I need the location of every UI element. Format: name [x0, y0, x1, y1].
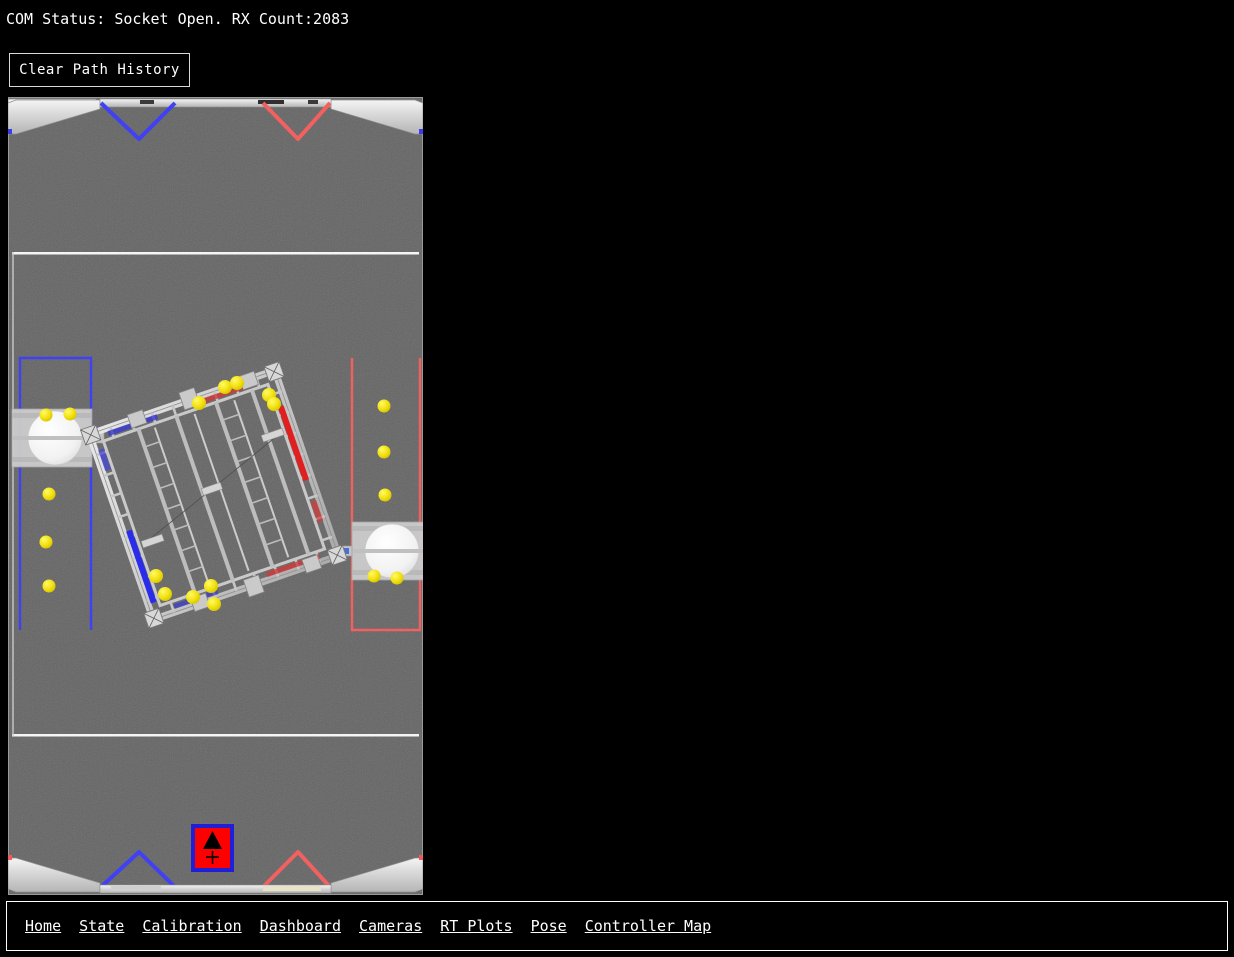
nav-link-cameras[interactable]: Cameras	[359, 917, 422, 935]
game-piece	[39, 408, 53, 422]
game-piece	[267, 397, 281, 411]
robot-pose-marker[interactable]	[191, 824, 234, 872]
game-piece	[42, 487, 56, 501]
nav-link-list: Home State Calibration Dashboard Cameras…	[25, 915, 711, 937]
carpet-texture	[8, 97, 423, 895]
game-piece	[63, 407, 77, 421]
bottom-navigation-bar: Home State Calibration Dashboard Cameras…	[6, 901, 1228, 951]
field-map-canvas[interactable]	[8, 97, 423, 895]
nav-link-calibration[interactable]: Calibration	[142, 917, 241, 935]
game-piece	[377, 445, 391, 459]
nav-link-home[interactable]: Home	[25, 917, 61, 935]
game-piece	[377, 399, 391, 413]
nav-link-pose[interactable]: Pose	[531, 917, 567, 935]
game-piece	[204, 579, 218, 593]
game-piece	[42, 579, 56, 593]
game-piece	[186, 590, 200, 604]
com-status-text: COM Status: Socket Open. RX Count:2083	[6, 10, 350, 28]
field-map-viewport[interactable]	[8, 97, 423, 895]
game-piece	[378, 488, 392, 502]
nav-link-rt-plots[interactable]: RT Plots	[440, 917, 512, 935]
clear-path-history-button[interactable]: Clear Path History	[9, 53, 190, 87]
nav-link-controller-map[interactable]: Controller Map	[585, 917, 711, 935]
game-piece	[207, 597, 221, 611]
nav-link-dashboard[interactable]: Dashboard	[260, 917, 341, 935]
game-piece	[192, 396, 206, 410]
game-piece	[158, 587, 172, 601]
game-piece	[230, 376, 244, 390]
nav-link-state[interactable]: State	[79, 917, 124, 935]
game-piece	[367, 569, 381, 583]
game-piece	[390, 571, 404, 585]
game-piece	[149, 569, 163, 583]
game-piece	[218, 380, 232, 394]
game-piece	[39, 535, 53, 549]
